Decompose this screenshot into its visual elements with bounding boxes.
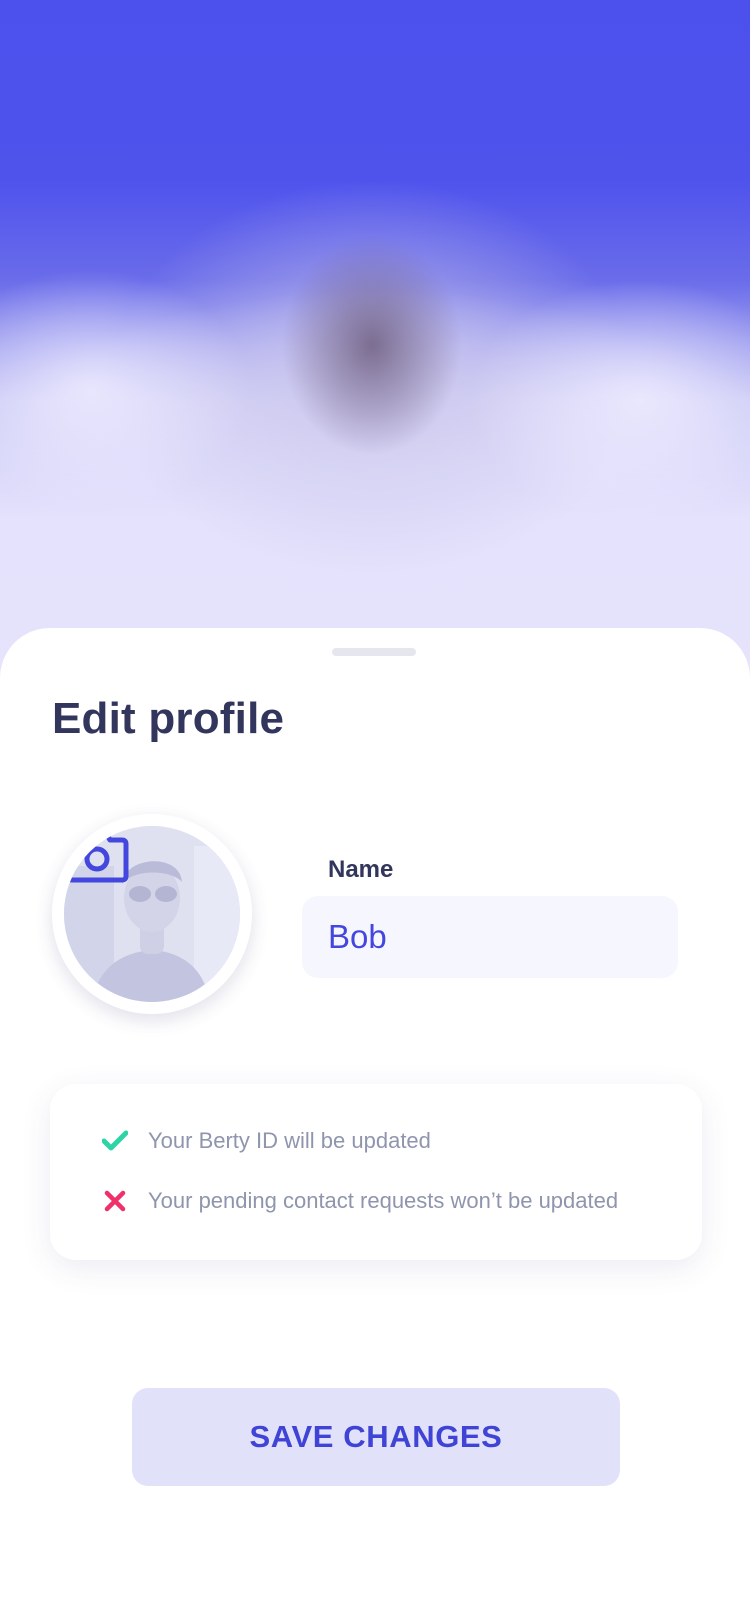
info-item-berty-id: Your Berty ID will be updated xyxy=(102,1126,431,1156)
avatar xyxy=(64,826,240,1002)
save-changes-button[interactable]: SAVE CHANGES xyxy=(132,1388,620,1486)
check-icon xyxy=(102,1128,128,1154)
camera-icon xyxy=(65,828,129,883)
info-item-contact-requests: Your pending contact requests won’t be u… xyxy=(102,1186,618,1216)
sheet-drag-handle[interactable] xyxy=(332,648,416,656)
name-input[interactable] xyxy=(302,896,678,978)
edit-profile-sheet: Edit profile Name Bob Your Berty ID will… xyxy=(0,628,750,1624)
update-info-card: Your Berty ID will be updated Your pendi… xyxy=(50,1084,702,1260)
avatar-picker[interactable] xyxy=(52,814,252,1014)
info-item-text: Your pending contact requests won’t be u… xyxy=(148,1188,619,1213)
name-field-label: Name xyxy=(328,856,394,883)
cross-icon xyxy=(102,1188,128,1214)
blurred-background[interactable] xyxy=(0,0,750,700)
edit-profile-screen: Edit profile Name Bob Your Berty ID will… xyxy=(0,0,750,1624)
info-item-text: Your Berty ID will be updated xyxy=(148,1128,431,1153)
page-title: Edit profile xyxy=(52,694,285,743)
